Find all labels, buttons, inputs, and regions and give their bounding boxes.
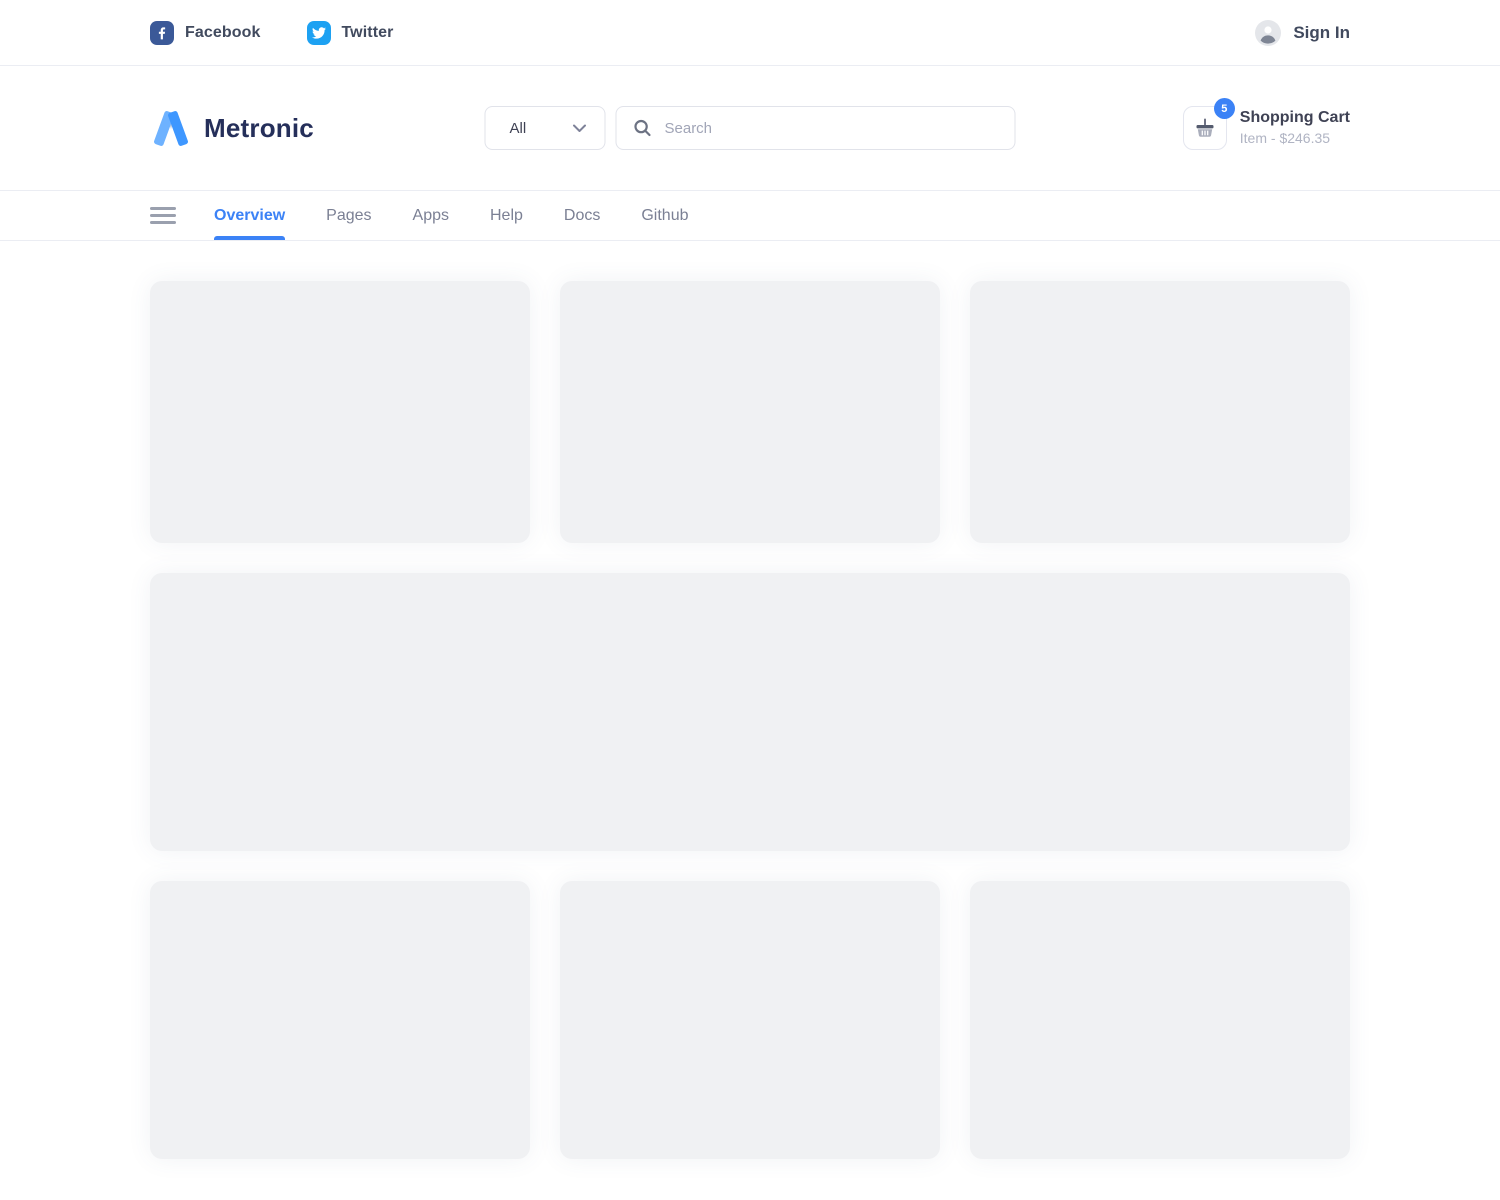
placeholder-card xyxy=(560,281,940,543)
cart-button[interactable]: 5 xyxy=(1183,106,1227,150)
search-box xyxy=(616,106,1016,150)
facebook-icon xyxy=(150,21,174,45)
header: Metronic All 5 xyxy=(0,66,1500,190)
cart-subtitle: Item - $246.35 xyxy=(1240,129,1350,149)
placeholder-card xyxy=(970,881,1350,1159)
shopping-cart: 5 Shopping Cart Item - $246.35 xyxy=(1183,106,1350,150)
nav-item-pages[interactable]: Pages xyxy=(326,191,371,240)
twitter-link[interactable]: Twitter xyxy=(307,21,394,45)
search-icon xyxy=(633,118,653,138)
nav-item-github[interactable]: Github xyxy=(641,191,688,240)
social-links: Facebook Twitter xyxy=(150,21,393,45)
search-group: All xyxy=(485,106,1016,150)
sign-in-button[interactable]: Sign In xyxy=(1255,20,1350,46)
nav-item-help[interactable]: Help xyxy=(490,191,523,240)
placeholder-card xyxy=(150,281,530,543)
cart-info: Shopping Cart Item - $246.35 xyxy=(1240,108,1350,148)
cards-row-top xyxy=(150,281,1350,543)
nav-item-docs[interactable]: Docs xyxy=(564,191,600,240)
placeholder-card xyxy=(150,881,530,1159)
facebook-link[interactable]: Facebook xyxy=(150,21,261,45)
facebook-label: Facebook xyxy=(185,24,261,42)
sign-in-label: Sign In xyxy=(1293,23,1350,43)
brand-logo[interactable]: Metronic xyxy=(150,109,314,147)
placeholder-banner xyxy=(150,573,1350,851)
basket-icon xyxy=(1193,116,1217,140)
metronic-logo-icon xyxy=(150,109,192,147)
user-icon xyxy=(1255,20,1281,46)
nav-item-overview[interactable]: Overview xyxy=(214,191,285,240)
nav-items: Overview Pages Apps Help Docs Github xyxy=(214,191,689,240)
cards-row-bottom xyxy=(150,881,1350,1159)
cart-count-badge: 5 xyxy=(1214,98,1235,119)
category-select-value: All xyxy=(510,120,527,137)
category-select[interactable]: All xyxy=(485,106,606,150)
chevron-down-icon xyxy=(573,124,587,133)
content-area xyxy=(150,281,1350,1159)
twitter-icon xyxy=(307,21,331,45)
twitter-label: Twitter xyxy=(342,24,394,42)
topbar: Facebook Twitter Sign In xyxy=(0,0,1500,66)
menu-icon[interactable] xyxy=(150,191,176,240)
navbar: Overview Pages Apps Help Docs Github xyxy=(0,190,1500,241)
brand-name: Metronic xyxy=(204,113,314,144)
cart-title: Shopping Cart xyxy=(1240,108,1350,129)
search-input[interactable] xyxy=(665,120,999,137)
placeholder-card xyxy=(560,881,940,1159)
nav-item-apps[interactable]: Apps xyxy=(413,191,449,240)
placeholder-card xyxy=(970,281,1350,543)
